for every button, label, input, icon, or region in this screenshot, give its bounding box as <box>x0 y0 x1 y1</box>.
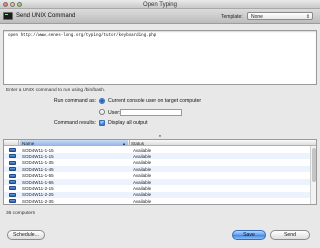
command-header: Send UNIX Command Template: None ⇕ <box>0 9 320 24</box>
chevron-updown-icon: ⇕ <box>305 13 310 20</box>
computer-name: SOD4W11-1-45 <box>22 166 54 172</box>
computer-name: SOD4W11-1-55 <box>22 173 54 179</box>
table-row[interactable]: SOD4W11-1-55 Available <box>4 173 311 179</box>
user-radio[interactable] <box>99 109 105 115</box>
sort-ascending-icon: ▲ <box>122 140 126 146</box>
name-column-header[interactable]: Name ▲ <box>20 140 128 146</box>
template-label: Template: <box>221 14 243 20</box>
computer-icon <box>9 173 16 178</box>
column-separator <box>129 140 130 146</box>
window-title: Open Typing <box>143 1 177 8</box>
command-text: open http://www.senes-long.org/typing/tu… <box>8 34 157 38</box>
computer-icon <box>9 160 16 165</box>
table-row[interactable]: SOD4W11-2-25 Available <box>4 191 311 198</box>
window-titlebar: Open Typing <box>0 0 320 9</box>
computer-status: Available <box>133 166 152 172</box>
computer-name: SOD4W11-2-15 <box>22 185 54 191</box>
terminal-icon <box>3 12 13 20</box>
run-as-label: Run command as: <box>53 98 96 104</box>
computer-table: Name ▲ Status SOD4W11-1-15 Available SOD4W… <box>3 139 317 205</box>
computer-icon <box>9 186 16 191</box>
computer-icon <box>9 167 16 172</box>
computer-status: Available <box>133 173 152 179</box>
computer-count: 36 computers <box>6 211 36 216</box>
computer-status: Available <box>133 179 152 185</box>
split-handle[interactable]: ● <box>0 133 320 138</box>
computer-name: SOD4W11-2-25 <box>22 192 54 198</box>
template-select[interactable]: None ⇕ <box>247 12 313 20</box>
table-row[interactable]: SOD4W11-1-15 Available <box>4 153 311 160</box>
save-button[interactable]: Save <box>232 230 266 240</box>
computer-name: SOD4W11-1-65 <box>22 179 54 185</box>
computer-icon <box>9 199 16 204</box>
table-row[interactable]: SOD4W11-1-35 Available <box>4 160 311 166</box>
vertical-scrollbar[interactable] <box>310 146 316 204</box>
command-results-label: Command results: <box>53 120 96 126</box>
display-all-checkbox[interactable]: ✓ <box>99 120 105 126</box>
computer-status: Available <box>133 153 152 159</box>
table-row[interactable]: SOD4W11-2-15 Available <box>4 185 311 191</box>
computer-status: Available <box>133 147 152 153</box>
computer-status: Available <box>133 192 152 198</box>
computer-icon <box>9 192 16 197</box>
command-textarea[interactable]: open http://www.senes-long.org/typing/tu… <box>3 30 317 85</box>
scrollbar-thumb[interactable] <box>312 148 316 182</box>
console-user-option-label: Current console user on target computer <box>108 98 202 104</box>
status-column-header[interactable]: Status <box>131 141 144 146</box>
computer-name: SOD4W11-2-35 <box>22 198 54 204</box>
name-column-label: Name <box>22 140 35 146</box>
schedule-button[interactable]: Schedule... <box>7 230 45 240</box>
user-input[interactable] <box>120 109 182 116</box>
command-hint: Enter a UNIX command to run using /bin/b… <box>6 88 106 93</box>
command-title: Send UNIX Command <box>16 13 76 19</box>
display-all-label: Display all output <box>108 120 148 126</box>
table-header: Name ▲ Status <box>4 140 316 146</box>
table-row[interactable]: SOD4W11-1-15 Available <box>4 147 311 153</box>
computer-name: SOD4W11-1-15 <box>22 153 54 159</box>
template-value: None <box>251 14 263 20</box>
computer-icon <box>9 154 16 159</box>
table-row[interactable]: SOD4W11-1-65 Available <box>4 179 311 186</box>
table-row[interactable]: SOD4W11-1-45 Available <box>4 166 311 173</box>
computer-status: Available <box>133 160 152 166</box>
computer-icon <box>9 180 16 184</box>
computer-status: Available <box>133 185 152 191</box>
send-button[interactable]: Send <box>270 230 310 240</box>
computer-status: Available <box>133 198 152 204</box>
column-separator <box>18 140 19 146</box>
user-option-label: User: <box>108 109 121 116</box>
computer-name: SOD4W11-1-15 <box>22 147 54 153</box>
computer-icon <box>9 148 16 152</box>
computer-name: SOD4W11-1-35 <box>22 160 54 166</box>
console-user-radio[interactable] <box>99 98 105 104</box>
table-row[interactable]: SOD4W11-2-35 Available <box>4 198 311 204</box>
